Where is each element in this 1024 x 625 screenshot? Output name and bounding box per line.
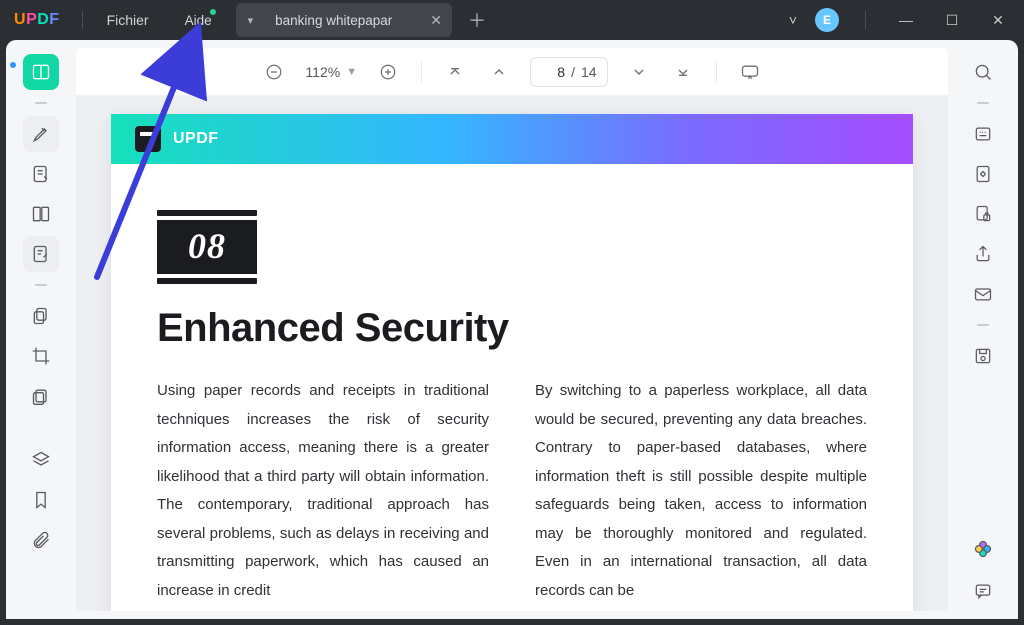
email-button[interactable] <box>965 276 1001 312</box>
form-tool[interactable] <box>23 236 59 272</box>
ocr-button[interactable] <box>965 116 1001 152</box>
section-marker: 08 <box>157 210 257 284</box>
window-minimize-button[interactable]: — <box>892 12 920 28</box>
convert-button[interactable] <box>965 156 1001 192</box>
zoom-level[interactable]: 112% ▼ <box>305 64 357 80</box>
prev-page-button[interactable] <box>486 59 512 85</box>
batch-tool[interactable] <box>23 378 59 414</box>
presentation-button[interactable] <box>737 59 763 85</box>
divider <box>421 62 422 82</box>
brand-text: UPDF <box>173 130 219 148</box>
window-close-button[interactable]: ✕ <box>984 12 1012 29</box>
divider <box>865 11 866 29</box>
app-logo: UPDF <box>0 11 74 29</box>
view-toolbar: 112% ▼ / 14 <box>76 48 948 96</box>
body-column-1: Using paper records and receipts in trad… <box>157 377 489 605</box>
document-viewport[interactable]: UPDF 08 Enhanced Security Using paper re… <box>76 96 948 611</box>
side-handle[interactable] <box>10 62 16 68</box>
page-banner: UPDF <box>111 114 913 164</box>
body-column-2: By switching to a paperless workplace, a… <box>535 377 867 605</box>
menu-help-tab[interactable]: Aide <box>171 5 226 35</box>
menu-help-label: Aide <box>185 13 212 28</box>
edit-text-tool[interactable] <box>23 156 59 192</box>
tab-close-icon[interactable]: ✕ <box>430 12 442 29</box>
zoom-value: 112% <box>305 64 340 80</box>
bookmark-tool[interactable] <box>23 482 59 518</box>
tab-title: banking whitepapar <box>265 13 402 28</box>
pdf-page: UPDF 08 Enhanced Security Using paper re… <box>111 114 913 611</box>
first-page-button[interactable] <box>442 59 468 85</box>
rail-divider <box>35 284 47 286</box>
page-heading: Enhanced Security <box>157 306 867 351</box>
rail-divider <box>977 324 989 326</box>
protect-button[interactable] <box>965 196 1001 232</box>
last-page-button[interactable] <box>670 59 696 85</box>
copy-page-tool[interactable] <box>23 298 59 334</box>
user-avatar[interactable]: E <box>815 8 839 32</box>
rail-divider <box>35 102 47 104</box>
page-separator: / <box>571 64 575 80</box>
rail-divider <box>977 102 989 104</box>
divider <box>82 11 83 29</box>
notification-dot <box>210 9 216 15</box>
left-toolbar <box>6 40 76 619</box>
window-maximize-button[interactable]: ☐ <box>938 12 966 29</box>
menu-file[interactable]: Fichier <box>91 6 165 34</box>
brand-icon <box>135 126 161 152</box>
titlebar: UPDF Fichier Aide ▾ banking whitepapar ✕… <box>0 0 1024 40</box>
app-body: 112% ▼ / 14 <box>6 40 1018 619</box>
search-button[interactable] <box>965 54 1001 90</box>
chevron-down-icon: ▼ <box>346 66 357 78</box>
tab-dropdown-icon[interactable]: ▾ <box>248 14 254 27</box>
right-toolbar <box>948 40 1018 619</box>
crop-tool[interactable] <box>23 338 59 374</box>
section-number: 08 <box>157 220 257 274</box>
ai-assistant-button[interactable] <box>965 531 1001 567</box>
comment-panel-button[interactable] <box>965 573 1001 609</box>
save-button[interactable] <box>965 338 1001 374</box>
reader-mode-button[interactable] <box>23 54 59 90</box>
next-page-button[interactable] <box>626 59 652 85</box>
body-columns: Using paper records and receipts in trad… <box>111 377 913 605</box>
divider <box>716 62 717 82</box>
chevron-down-icon[interactable]: ˅ <box>789 12 797 28</box>
highlighter-tool[interactable] <box>23 116 59 152</box>
zoom-in-button[interactable] <box>375 59 401 85</box>
share-button[interactable] <box>965 236 1001 272</box>
attachment-tool[interactable] <box>23 522 59 558</box>
document-tab[interactable]: ▾ banking whitepapar ✕ <box>236 3 452 37</box>
page-indicator[interactable]: / 14 <box>530 57 607 87</box>
current-page-input[interactable] <box>541 64 565 80</box>
zoom-out-button[interactable] <box>261 59 287 85</box>
new-tab-button[interactable]: ＋ <box>462 5 492 35</box>
layers-tool[interactable] <box>23 442 59 478</box>
center-pane: 112% ▼ / 14 <box>76 48 948 611</box>
total-pages: 14 <box>581 64 597 80</box>
page-layout-tool[interactable] <box>23 196 59 232</box>
